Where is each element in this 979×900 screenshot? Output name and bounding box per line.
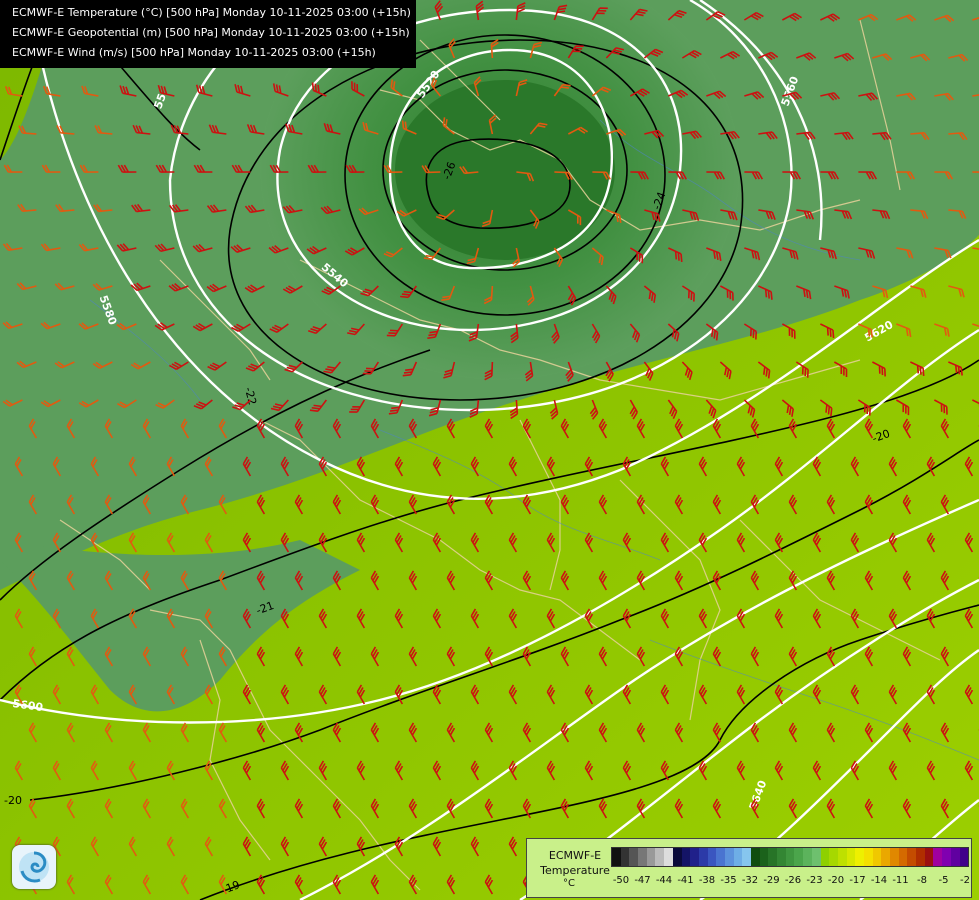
legend-swatch	[777, 848, 786, 866]
map-title-box: ECMWF-E Temperature (°C) [500 hPa] Monda…	[0, 0, 416, 68]
legend-tick: -44	[655, 875, 673, 886]
legend-swatch	[733, 848, 743, 866]
legend-swatch	[707, 848, 717, 866]
legend-tick: -20	[827, 875, 845, 886]
legend-swatch	[681, 848, 691, 866]
legend-tick: -50	[612, 875, 630, 886]
legend-swatch	[872, 848, 882, 866]
legend-unit: °C	[563, 878, 575, 889]
legend-swatch	[803, 848, 812, 866]
legend-swatch	[724, 848, 734, 866]
legend-swatch	[959, 848, 969, 866]
legend-swatch	[820, 848, 830, 866]
legend-swatch	[924, 848, 934, 866]
legend-ticks: -50 -47 -44 -41 -38 -35 -32 -29 -26 -23 -20 -17 -14-…	[607, 875, 973, 889]
title-geopotential: ECMWF-E Geopotential (m) [500 hPa] Monda…	[12, 26, 410, 39]
title-temperature: ECMWF-E Temperature (°C) [500 hPa] Monda…	[12, 6, 411, 19]
legend-swatch	[811, 848, 821, 866]
legend-swatch	[907, 848, 917, 866]
temperature-legend: ECMWF-E Temperature °C -50 -47 -44 -41 -38 -3…	[526, 838, 972, 898]
weather-map: 5520 5540 5560 5580 5600 5620 5640 55 -2…	[0, 0, 979, 900]
legend-swatch	[638, 848, 647, 866]
legend-tick: -29	[763, 875, 780, 886]
weather-swirl-logo-icon	[12, 845, 56, 889]
legend-tick: -17	[849, 875, 866, 886]
legend-swatch	[716, 848, 725, 866]
legend-swatch	[890, 848, 899, 866]
legend-tick: -5	[938, 875, 949, 886]
legend-tick: -41	[677, 875, 694, 886]
legend-swatch	[855, 848, 864, 866]
legend-color-bar	[611, 847, 969, 867]
temperature-label: -20	[4, 794, 22, 807]
legend-swatch	[742, 848, 751, 866]
legend-tick: -2	[960, 875, 970, 886]
legend-swatch	[942, 848, 951, 866]
legend-tick: -35	[720, 875, 737, 886]
legend-swatch	[794, 848, 804, 866]
title-wind: ECMWF-E Wind (m/s) [500 hPa] Monday 10-1…	[12, 46, 376, 59]
legend-tick: -11	[892, 875, 909, 886]
legend-tick: -8	[917, 875, 927, 886]
legend-swatch	[950, 848, 960, 866]
legend-tick: -23	[806, 875, 823, 886]
legend-swatch	[664, 848, 673, 866]
legend-swatch	[629, 848, 639, 866]
legend-tick: -47	[634, 875, 651, 886]
legend-swatch	[698, 848, 708, 866]
legend-tick: -38	[698, 875, 716, 886]
legend-swatch	[898, 848, 908, 866]
legend-swatch	[837, 848, 847, 866]
legend-swatch	[655, 848, 665, 866]
legend-tick: -32	[741, 875, 759, 886]
legend-tick: -14	[870, 875, 888, 886]
legend-swatch	[863, 848, 873, 866]
legend-swatch	[829, 848, 838, 866]
legend-swatch	[646, 848, 656, 866]
legend-swatch	[690, 848, 699, 866]
legend-swatch	[768, 848, 778, 866]
legend-swatch	[672, 848, 682, 866]
legend-swatch	[846, 848, 856, 866]
legend-swatch	[620, 848, 630, 866]
legend-swatch	[916, 848, 925, 866]
legend-title: ECMWF-E Temperature	[540, 849, 610, 877]
legend-swatch	[933, 848, 943, 866]
legend-swatch	[612, 848, 621, 866]
legend-tick: -26	[784, 875, 802, 886]
legend-swatch	[759, 848, 769, 866]
legend-swatch	[881, 848, 890, 866]
legend-swatch	[785, 848, 795, 866]
legend-swatch	[751, 848, 760, 866]
